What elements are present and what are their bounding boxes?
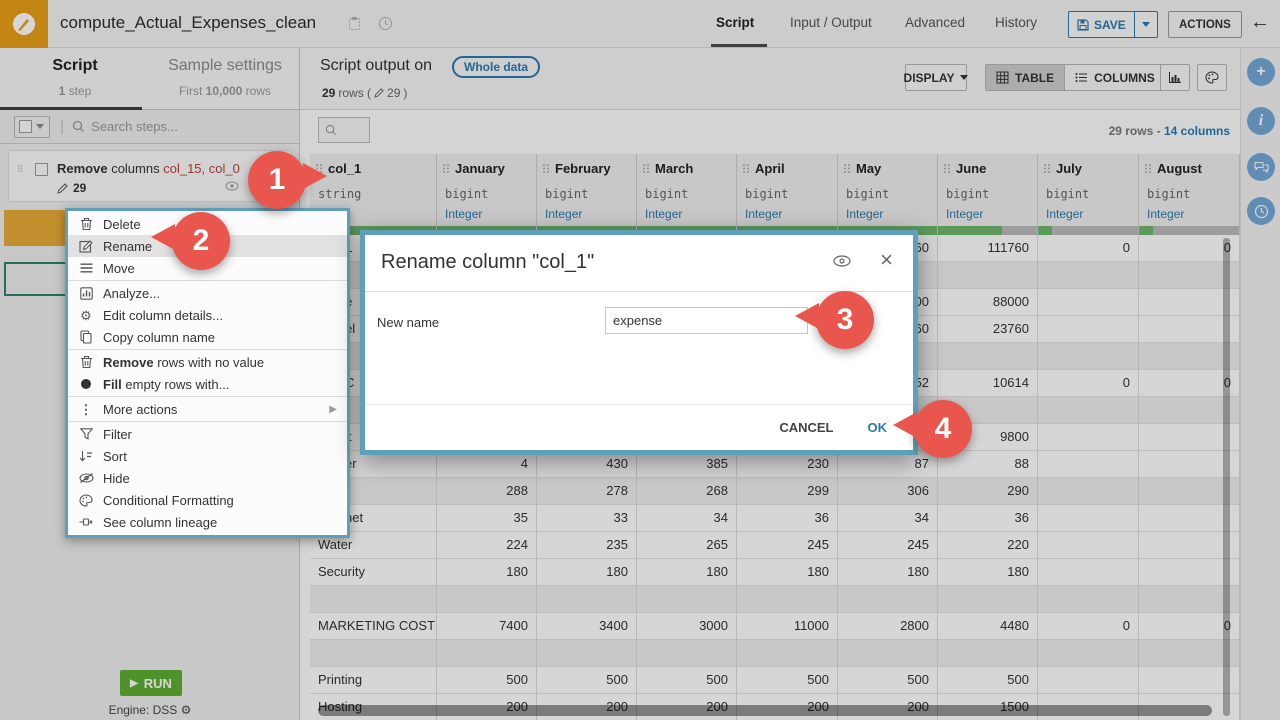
callout-badge-1: 1 bbox=[248, 151, 306, 209]
modal-title: Rename column "col_1" bbox=[381, 251, 594, 274]
menu-item-analyze[interactable]: Analyze... bbox=[68, 282, 347, 304]
hide-icon bbox=[78, 472, 94, 484]
menu-item-label: Fill empty rows with... bbox=[103, 377, 337, 392]
close-icon[interactable]: × bbox=[880, 247, 893, 273]
preview-eye-icon[interactable] bbox=[833, 255, 851, 267]
cancel-button[interactable]: CANCEL bbox=[779, 420, 833, 435]
menu-item-label: Copy column name bbox=[103, 330, 337, 345]
callout-badge-4: 4 bbox=[914, 400, 972, 458]
menu-item-label: Analyze... bbox=[103, 286, 337, 301]
submenu-chevron-icon: ▶ bbox=[329, 404, 337, 415]
menu-separator bbox=[68, 349, 347, 350]
lineage-icon bbox=[78, 516, 94, 528]
condfmt-icon bbox=[78, 494, 94, 507]
new-name-input[interactable] bbox=[605, 307, 808, 334]
trash-icon bbox=[78, 217, 94, 231]
ok-button[interactable]: OK bbox=[868, 420, 888, 435]
modal-divider bbox=[365, 291, 913, 292]
callout-badge-2: 2 bbox=[172, 212, 230, 270]
menu-item-hide[interactable]: Hide bbox=[68, 467, 347, 489]
menu-item-copy-column-name[interactable]: Copy column name bbox=[68, 326, 347, 348]
modal-footer: CANCEL OK bbox=[365, 404, 913, 450]
callout-badge-3: 3 bbox=[816, 291, 874, 349]
menu-item-conditional-formatting[interactable]: Conditional Formatting bbox=[68, 489, 347, 511]
fill-icon bbox=[78, 378, 94, 390]
menu-item-sort[interactable]: Sort bbox=[68, 445, 347, 467]
move-icon bbox=[78, 263, 94, 273]
menu-item-empty-rows-with[interactable]: Fill empty rows with... bbox=[68, 373, 347, 395]
analyze-icon bbox=[78, 287, 94, 300]
rename-icon bbox=[78, 239, 94, 253]
trash-icon bbox=[78, 355, 94, 369]
copy-icon bbox=[78, 330, 94, 344]
menu-item-label: Conditional Formatting bbox=[103, 493, 337, 508]
menu-item-edit-column-details[interactable]: ⚙ Edit column details... bbox=[68, 304, 347, 326]
menu-item-label: Remove rows with no value bbox=[103, 355, 337, 370]
menu-item-label: Hide bbox=[103, 471, 337, 486]
new-name-label: New name bbox=[377, 315, 439, 330]
menu-item-label: More actions bbox=[103, 402, 320, 417]
menu-separator bbox=[68, 421, 347, 422]
menu-separator bbox=[68, 396, 347, 397]
menu-item-filter[interactable]: Filter bbox=[68, 423, 347, 445]
gear-icon: ⚙ bbox=[78, 309, 94, 322]
filter-icon bbox=[78, 428, 94, 440]
more-icon: ⋮ bbox=[78, 403, 94, 416]
sort-icon bbox=[78, 450, 94, 462]
menu-item-label: Edit column details... bbox=[103, 308, 337, 323]
menu-item-label: Filter bbox=[103, 427, 337, 442]
menu-item-label: See column lineage bbox=[103, 515, 337, 530]
menu-item-label: Sort bbox=[103, 449, 337, 464]
menu-item-more-actions[interactable]: ⋮ More actions ▶ bbox=[68, 398, 347, 420]
menu-item-rows-with-no-value[interactable]: Remove rows with no value bbox=[68, 351, 347, 373]
menu-separator bbox=[68, 280, 347, 281]
menu-item-see-column-lineage[interactable]: See column lineage bbox=[68, 511, 347, 533]
